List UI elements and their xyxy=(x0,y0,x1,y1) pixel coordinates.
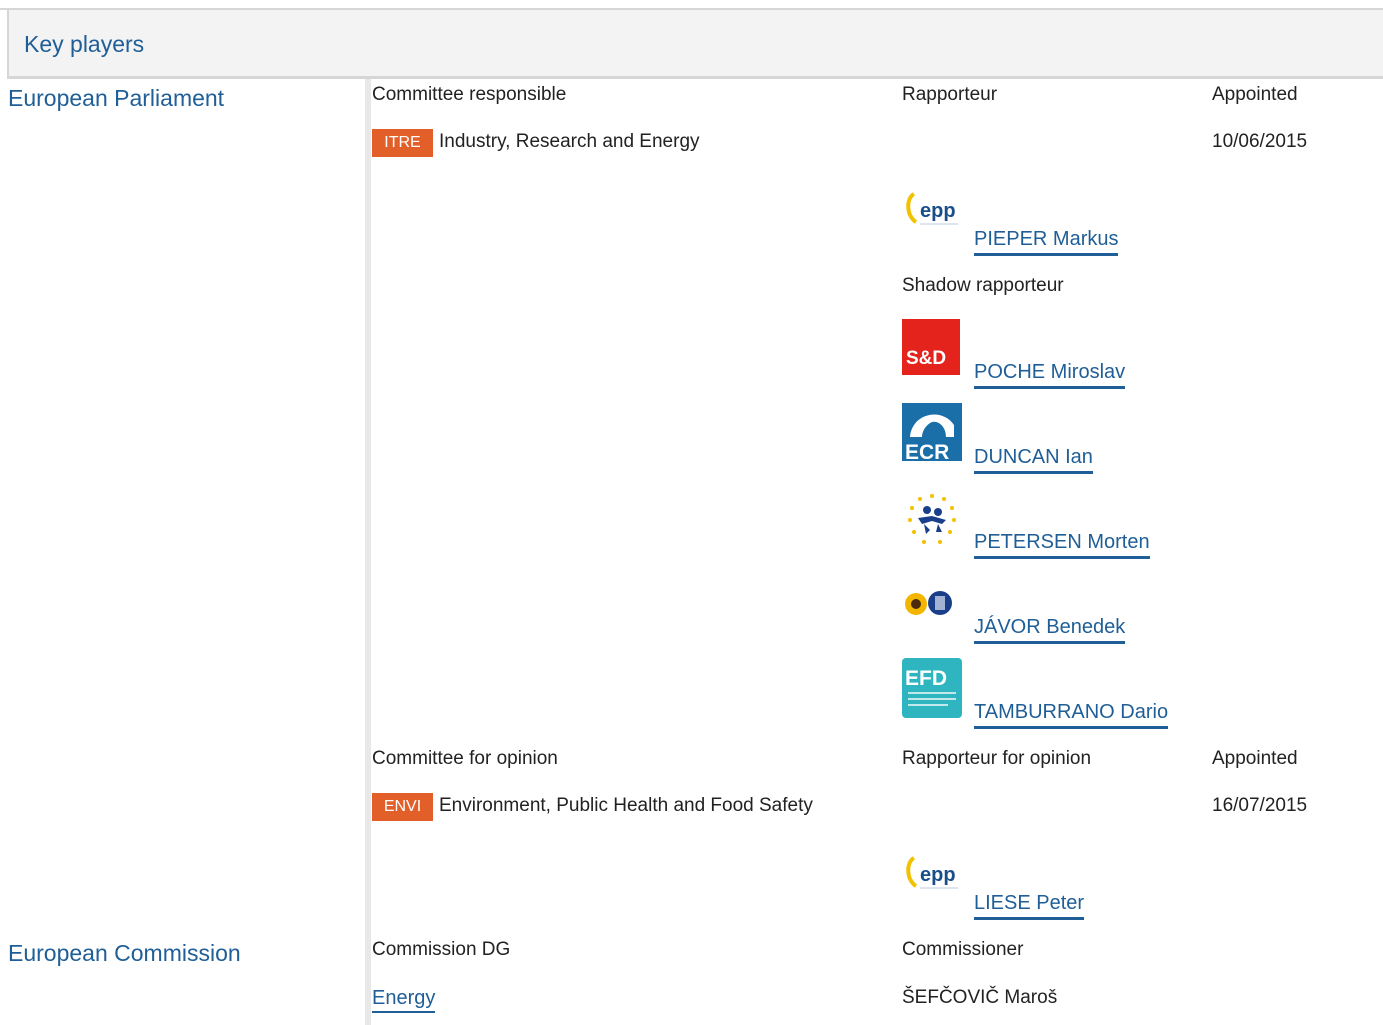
committee-badge-envi: ENVI xyxy=(372,793,433,821)
appointed-date: 10/06/2015 xyxy=(1212,131,1308,152)
shadow-link-duncan[interactable]: DUNCAN Ian xyxy=(974,446,1093,474)
column-divider xyxy=(365,79,371,1025)
svg-text:epp: epp xyxy=(920,200,956,222)
shadow-link-javor[interactable]: JÁVOR Benedek xyxy=(974,616,1126,644)
panel-header: Key players xyxy=(7,10,1383,76)
rapporteur-link-pieper[interactable]: PIEPER Markus xyxy=(974,228,1119,256)
svg-text:EFD: EFD xyxy=(905,667,947,690)
shadow-link-tamburrano[interactable]: TAMBURRANO Dario xyxy=(974,701,1169,729)
svg-text:S&D: S&D xyxy=(906,348,946,369)
epp-logo-icon: epp xyxy=(902,186,962,246)
commission-dg-link-energy[interactable]: Energy xyxy=(372,987,436,1013)
svg-text:ECR: ECR xyxy=(905,441,949,461)
svg-text:epp: epp xyxy=(920,864,956,886)
committee-badge-itre: ITRE xyxy=(372,129,433,157)
efdd-logo-icon: EFD xyxy=(902,658,962,718)
col-commission-dg: Commission DG xyxy=(372,939,511,960)
opinion-rapporteur-link-liese[interactable]: LIESE Peter xyxy=(974,892,1085,920)
opinion-committee-name: Environment, Public Health and Food Safe… xyxy=(439,795,813,816)
col-appointed-opinion: Appointed xyxy=(1212,748,1298,769)
epp-logo-icon: epp xyxy=(902,850,962,910)
committee-name: Industry, Research and Energy xyxy=(439,131,700,152)
shadow-rapporteur-label: Shadow rapporteur xyxy=(902,275,1064,296)
col-commissioner: Commissioner xyxy=(902,939,1024,960)
opinion-appointed-date: 16/07/2015 xyxy=(1212,795,1308,816)
sd-logo-icon: S&D xyxy=(902,319,960,375)
ecr-logo-icon: ECR xyxy=(902,403,962,461)
panel-title: Key players xyxy=(24,31,145,57)
col-committee-opinion: Committee for opinion xyxy=(372,748,558,769)
alde-logo-icon xyxy=(902,490,962,550)
shadow-link-poche[interactable]: POCHE Miroslav xyxy=(974,361,1126,389)
col-appointed: Appointed xyxy=(1212,84,1298,105)
section-european-parliament: European Parliament xyxy=(8,85,225,111)
header-divider xyxy=(7,76,1383,79)
commissioner-name: ŠEFČOVIČ Maroš xyxy=(902,987,1058,1008)
section-european-commission: European Commission xyxy=(8,940,241,966)
col-rapporteur: Rapporteur xyxy=(902,84,998,105)
col-rapporteur-opinion: Rapporteur for opinion xyxy=(902,748,1092,769)
shadow-link-petersen[interactable]: PETERSEN Morten xyxy=(974,531,1150,559)
col-committee-responsible: Committee responsible xyxy=(372,84,567,105)
key-players-panel: Key players European Parliament Committe… xyxy=(0,0,1383,1025)
greens-efa-logo-icon xyxy=(902,576,962,636)
